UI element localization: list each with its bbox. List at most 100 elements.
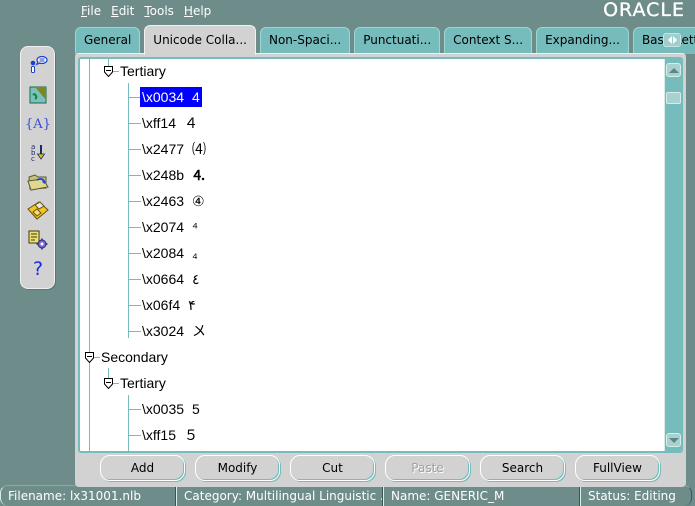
leaf-code: \x0664 [142, 271, 185, 287]
save-button[interactable] [27, 200, 49, 222]
tab-general[interactable]: General [75, 27, 141, 54]
leaf-glyph: ۴ [188, 297, 196, 313]
menu-help[interactable]: Help [184, 3, 211, 19]
leaf-code: \x2084 [142, 245, 185, 261]
leaf-glyph: ٤ [192, 271, 200, 287]
leaf-glyph: ４ [184, 115, 198, 131]
leaf-glyph: 5 [192, 401, 200, 417]
menu-edit-label: dit [118, 4, 135, 18]
scroll-up-button[interactable] [666, 63, 681, 77]
tree-leaf-selected[interactable]: \x0034 4 [140, 87, 202, 107]
scroll-right-icon [672, 36, 677, 44]
tree-line [113, 71, 119, 72]
leaf-glyph: 4 [192, 89, 200, 105]
leaf-glyph: 〤 [192, 323, 207, 339]
user-chat-icon [30, 55, 48, 73]
tree-node-tertiary[interactable]: Tertiary [120, 61, 166, 81]
leaf-code: \x0035 [142, 401, 185, 417]
leaf-glyph: ⁴ [192, 219, 199, 235]
tree-line [128, 253, 141, 254]
tab-unicode-collation[interactable]: Unicode Colla... [144, 25, 256, 55]
tree-line [128, 123, 141, 124]
leaf-code: \xff15 [142, 427, 176, 443]
menu-bar: File Edit Tools Help [81, 3, 211, 19]
menu-tools[interactable]: Tools [144, 3, 174, 19]
tree-line [128, 83, 129, 338]
paste-button[interactable]: Paste [385, 455, 470, 481]
tree-line [128, 279, 141, 280]
collapse-toggle[interactable] [104, 66, 113, 77]
tree-leaf[interactable]: \x248b ⒋ [142, 165, 206, 185]
tab-punctuation[interactable]: Punctuati... [354, 27, 441, 54]
status-category: Category: Multilingual Linguistic ... [176, 485, 383, 506]
tree-leaf[interactable]: \x2074 ⁴ [142, 217, 198, 237]
tree-line [89, 59, 90, 451]
tab-strip: General Unicode Colla... Non-Spaci... Pu… [75, 25, 695, 55]
tree-line [128, 227, 141, 228]
add-button[interactable]: Add [100, 455, 185, 481]
open-folder-icon [27, 174, 49, 191]
status-bar: Filename: lx31001.nlb Category: Multilin… [0, 485, 695, 506]
tab-scroll-button[interactable] [663, 33, 681, 47]
variables-button[interactable]: {A} [25, 113, 51, 135]
leaf-code: \x06f4 [142, 297, 181, 313]
user-chat-button[interactable] [27, 55, 49, 77]
status-state: Status: Editing [580, 485, 692, 506]
leaf-code: \x0034 [142, 89, 185, 105]
menu-file[interactable]: File [81, 3, 101, 19]
modify-button[interactable]: Modify [195, 455, 280, 481]
menu-edit[interactable]: Edit [111, 3, 134, 19]
tab-non-spacing[interactable]: Non-Spaci... [259, 27, 351, 54]
status-name: Name: GENERIC_M [383, 485, 580, 506]
leaf-glyph: ₄ [192, 245, 198, 261]
scroll-down-button[interactable] [666, 433, 681, 447]
collapse-toggle[interactable] [104, 378, 113, 389]
tree-leaf[interactable]: \x2084 ₄ [142, 243, 198, 263]
properties-button[interactable] [27, 229, 49, 251]
tree-leaf[interactable]: \x0664 ٤ [142, 269, 200, 289]
cut-button[interactable]: Cut [290, 455, 375, 481]
tree-leaf[interactable]: \x2477 ⑷ [142, 139, 206, 159]
collation-tree: Tertiary \x0034 4 \xff14 ４ \x2477 ⑷ \x248b ⒋… [78, 57, 683, 453]
arrow-up-icon [668, 67, 679, 73]
fullview-button[interactable]: FullView [575, 455, 660, 481]
tree-leaf[interactable]: \x0035 5 [142, 399, 200, 419]
open-button[interactable] [27, 171, 49, 193]
leaf-code: \x248b [142, 167, 185, 183]
sort-button[interactable]: a b c [27, 142, 49, 164]
tree-leaf[interactable]: \xff14 ４ [142, 113, 198, 133]
tree-line [128, 149, 141, 150]
tree-node-tertiary[interactable]: Tertiary [120, 373, 166, 393]
svg-text:c: c [31, 155, 35, 163]
tree-line [128, 175, 141, 176]
tree-line [128, 305, 141, 306]
tree-line [128, 201, 141, 202]
tree-leaf[interactable]: \xff15 ５ [142, 425, 198, 445]
tab-expanding[interactable]: Expanding... [536, 27, 629, 54]
vertical-scrollbar[interactable] [664, 59, 681, 451]
leaf-glyph: ⒋ [192, 167, 207, 183]
tree-node-secondary[interactable]: Secondary [101, 347, 168, 367]
help-button[interactable]: ? [27, 258, 49, 280]
collapse-toggle[interactable] [85, 352, 94, 363]
map-icon [29, 86, 47, 104]
scroll-thumb[interactable] [666, 92, 681, 104]
map-button[interactable] [27, 84, 49, 106]
tree-line [128, 409, 141, 410]
menu-help-label: elp [192, 4, 212, 18]
tree-leaf[interactable]: \x2463 ④ [142, 191, 205, 211]
tab-context-sensitive[interactable]: Context S... [444, 27, 533, 54]
properties-gear-icon [28, 230, 48, 250]
leaf-code: \xff14 [142, 115, 176, 131]
tree-leaf[interactable]: \x3024 〤 [142, 321, 206, 341]
collapse-icon [85, 352, 94, 363]
tree-line [128, 395, 129, 451]
leaf-code: \x2463 [142, 193, 185, 209]
scroll-left-icon [667, 36, 672, 44]
tree-line [113, 383, 119, 384]
search-button[interactable]: Search [480, 455, 565, 481]
tree-leaf[interactable]: \x06f4 ۴ [142, 295, 196, 315]
tree-line [128, 331, 141, 332]
menu-file-label: ile [87, 4, 102, 18]
collapse-icon [104, 378, 113, 389]
